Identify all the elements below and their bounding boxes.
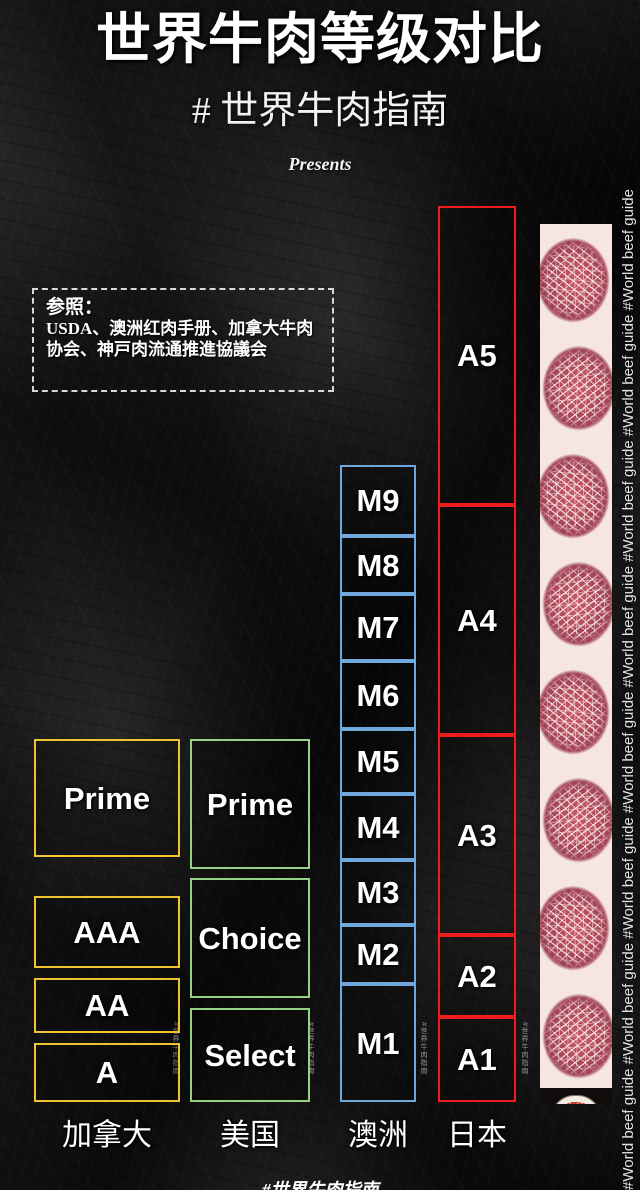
grade-cell-japan-a2: A2 (438, 935, 516, 1017)
grade-cell-japan-a1: A1 (438, 1017, 516, 1102)
grade-label: M9 (356, 483, 400, 518)
lean-steak-photo (540, 1088, 612, 1104)
infographic-page: 世界牛肉等级对比 # 世界牛肉指南 Presents 参照： USDA、澳洲红肉… (0, 0, 640, 1190)
ribeye-photo (540, 656, 612, 764)
ribeye-photo (540, 224, 612, 332)
ribeye-photo (540, 440, 612, 548)
ribeye-photo (540, 764, 612, 872)
grade-label: M6 (356, 677, 400, 713)
grade-cell-australia-m4: M4 (340, 794, 416, 860)
grade-label: M2 (356, 937, 400, 972)
grade-cell-canada-aa: AA (34, 978, 180, 1033)
grade-label: A3 (457, 817, 497, 853)
header: 世界牛肉等级对比 # 世界牛肉指南 Presents (0, 0, 640, 175)
ribeye-photo (540, 872, 612, 980)
grade-label: M1 (356, 1025, 400, 1061)
presents-label: Presents (288, 154, 352, 174)
marbled-beef-photo-strip (540, 224, 612, 1104)
grade-cell-usa-prime: Prime (190, 739, 310, 869)
grade-label: Choice (198, 920, 302, 956)
grade-cell-australia-m2: M2 (340, 925, 416, 984)
column-watermark-australia: #世界牛肉指南 (420, 1022, 427, 1075)
grade-label: M5 (356, 744, 400, 779)
grade-cell-australia-m5: M5 (340, 729, 416, 794)
bottom-credit: #世界牛肉指南 (261, 1180, 379, 1190)
edge-watermark: #World beef guide #World beef guide #Wor… (614, 0, 640, 1190)
grade-label: M3 (356, 875, 400, 910)
grade-label: AA (84, 988, 130, 1023)
grade-label: A1 (457, 1042, 497, 1077)
grade-label: Prime (206, 786, 294, 822)
grade-cell-australia-m8: M8 (340, 536, 416, 594)
hashtag-subtitle: # 世界牛肉指南 (191, 90, 449, 132)
grade-cell-japan-a4: A4 (438, 505, 516, 735)
country-label-australia: 澳洲 (348, 1119, 408, 1152)
ribeye-photo (540, 332, 612, 440)
grade-label: M4 (356, 809, 400, 845)
column-watermark-japan: #世界牛肉指南 (521, 1022, 528, 1075)
grade-cell-australia-m6: M6 (340, 661, 416, 729)
grade-label: M7 (356, 610, 400, 645)
grade-label: A2 (457, 958, 497, 994)
country-label-japan: 日本 (447, 1119, 507, 1152)
grade-label: Prime (63, 780, 151, 816)
grade-label: AAA (73, 914, 141, 950)
page-title: 世界牛肉等级对比 (95, 8, 544, 70)
grade-cell-usa-choice: Choice (190, 878, 310, 998)
grade-cell-australia-m3: M3 (340, 860, 416, 925)
edge-watermark-text: #World beef guide #World beef guide #Wor… (620, 189, 637, 1190)
grade-column-canada (34, 200, 180, 1110)
grade-cell-australia-m7: M7 (340, 594, 416, 661)
grade-label: Select (204, 1037, 296, 1073)
grade-label: A5 (457, 338, 497, 373)
grade-cell-japan-a3: A3 (438, 735, 516, 935)
grade-cell-canada-prime: Prime (34, 739, 180, 857)
country-label-usa: 美国 (220, 1119, 280, 1152)
country-label-canada: 加拿大 (62, 1119, 152, 1152)
grade-cell-usa-select: Select (190, 1008, 310, 1102)
grade-cell-australia-m1: M1 (340, 984, 416, 1102)
ribeye-photo (540, 980, 612, 1088)
grade-label: M8 (356, 547, 400, 583)
ribeye-photo (540, 548, 612, 656)
grade-label: A4 (457, 602, 497, 638)
grade-cell-canada-aaa: AAA (34, 896, 180, 968)
grade-cell-japan-a5: A5 (438, 206, 516, 505)
grade-cell-australia-m9: M9 (340, 465, 416, 536)
grade-cell-canada-a: A (34, 1043, 180, 1102)
grade-label: A (95, 1055, 119, 1090)
steak-cut-shape (549, 1096, 603, 1104)
